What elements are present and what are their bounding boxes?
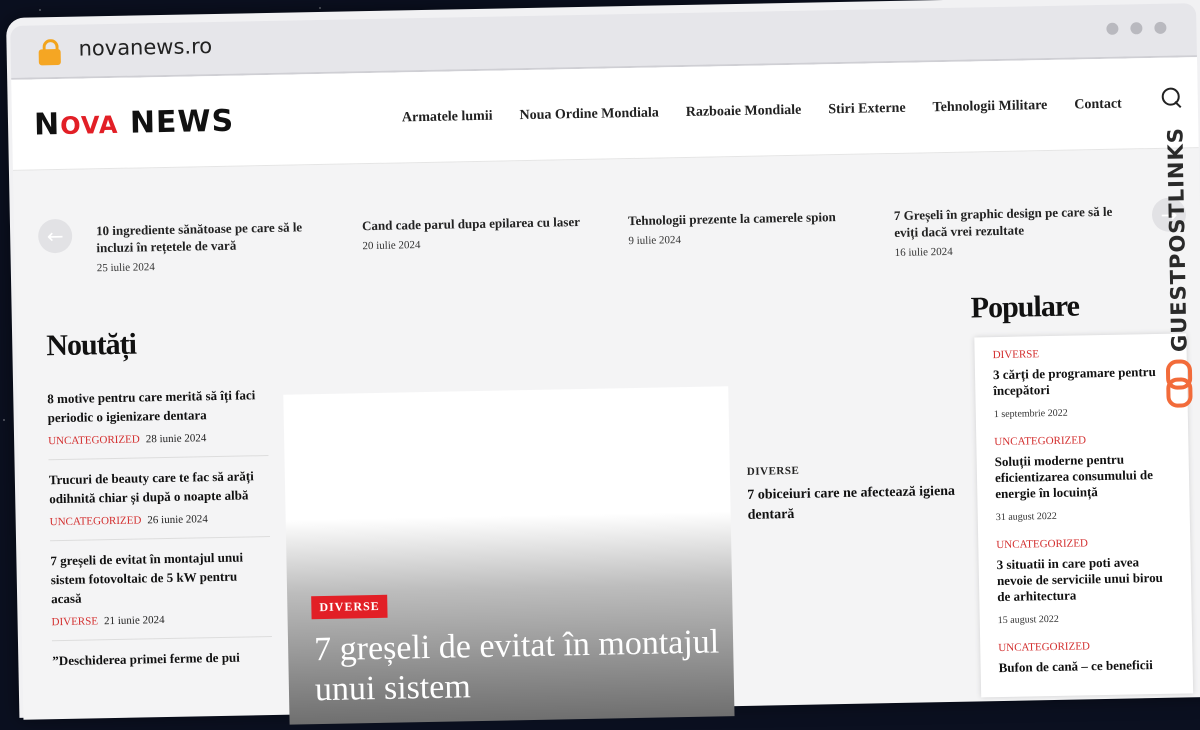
logo-accent: OVA [59, 110, 119, 140]
popular-category[interactable]: Uncategorized [996, 536, 1172, 551]
search-icon[interactable] [1161, 87, 1180, 106]
popular-date: 1 septembrie 2022 [993, 407, 1068, 421]
ticker-title: 10 ingrediente sănătoase pe care să le i… [95, 219, 303, 256]
popular-list: Diverse 3 cărți de programare pentru înc… [974, 333, 1194, 698]
popular-date: 15 august 2022 [997, 613, 1059, 627]
popular-section-title: Populare [970, 289, 1080, 325]
nav-stiri-externe[interactable]: Stiri Externe [828, 101, 906, 118]
secondary-article[interactable]: DIVERSE 7 obiceiuri care ne afectează ig… [747, 462, 958, 526]
news-category[interactable]: Diverse [51, 615, 98, 628]
secondary-title[interactable]: 7 obiceiuri care ne afectează igiena den… [747, 482, 958, 526]
logo-word: NEWS [129, 103, 235, 141]
popular-title[interactable]: 3 situatii in care poti avea nevoie de s… [997, 554, 1174, 605]
ticker-item[interactable]: 10 ingrediente sănătoase pe care să le i… [96, 218, 327, 274]
nav-razboaie-mondiale[interactable]: Razboaie Mondiale [686, 103, 802, 121]
news-title[interactable]: Trucuri de beauty care te fac să arăți o… [49, 466, 270, 508]
nav-armatele-lumii[interactable]: Armatele lumii [402, 109, 493, 127]
ticker-item[interactable]: Tehnologii prezente la camerele spion 9 … [628, 208, 859, 247]
window-dot-icon[interactable] [1106, 22, 1119, 35]
news-title[interactable]: ”Deschiderea primei ferme de pui [52, 647, 272, 670]
feature-title[interactable]: 7 greșeli de evitat în montajul unui sis… [314, 622, 735, 710]
web-page: NOVA NEWS Armatele lumii Noua Ordine Mon… [11, 57, 1200, 725]
window-dot-icon[interactable] [1130, 22, 1143, 35]
ticker-date: 20 iulie 2024 [362, 239, 421, 253]
list-item[interactable]: Uncategorized Soluții moderne pentru efi… [976, 420, 1190, 527]
list-item[interactable]: Trucuri de beauty care te fac să arăți o… [48, 456, 271, 542]
news-list: 8 motive pentru care merită să îți faci … [46, 375, 273, 682]
news-section-title: Noutăți [45, 327, 137, 363]
logo-letter: N [33, 106, 61, 143]
ticker-title: Tehnologii prezente la camerele spion [627, 209, 836, 229]
nav-contact[interactable]: Contact [1074, 97, 1122, 114]
window-controls [1106, 21, 1167, 35]
browser-window: novanews.ro NOVA NEWS Armatele lumii Nou… [6, 0, 1200, 725]
ticker-title: Cand cade parul dupa epilarea cu laser [361, 214, 581, 234]
list-item[interactable]: 7 greșeli de evitat în montajul unui sis… [50, 537, 272, 642]
news-date: 21 iunie 2024 [103, 614, 165, 628]
news-ticker: ← 10 ingrediente sănătoase pe care să le… [13, 167, 1200, 300]
list-item[interactable]: Uncategorized 3 situatii in care poti av… [978, 523, 1192, 630]
watermark-text: GUESTPOSTLINKS [1163, 126, 1192, 353]
popular-title[interactable]: Bufon de cană – ce beneficii [999, 657, 1175, 676]
chain-link-icon [1165, 359, 1193, 408]
popular-category[interactable]: Uncategorized [994, 433, 1170, 448]
news-category[interactable]: Uncategorized [48, 434, 140, 448]
list-item[interactable]: ”Deschiderea primei ferme de pui [52, 637, 273, 682]
feature-category-badge[interactable]: DIVERSE [311, 594, 388, 620]
ticker-title: 7 Greșeli în graphic design pe care să l… [893, 203, 1113, 240]
guestpostlinks-watermark: GUESTPOSTLINKS [1158, 117, 1198, 418]
nav-tehnologii-militare[interactable]: Tehnologii Militare [932, 98, 1047, 116]
popular-date: 31 august 2022 [995, 510, 1057, 524]
site-logo[interactable]: NOVA NEWS [34, 104, 235, 143]
news-date: 28 iunie 2024 [145, 432, 207, 446]
arrow-left-icon[interactable]: ← [37, 218, 73, 254]
nav-noua-ordine-mondiala[interactable]: Noua Ordine Mondiala [519, 105, 659, 124]
window-dot-icon[interactable] [1154, 21, 1167, 34]
secondary-category[interactable]: DIVERSE [747, 462, 957, 478]
lock-icon [38, 38, 61, 66]
ticker-item[interactable]: 7 Greșeli în graphic design pe care să l… [894, 203, 1125, 259]
ticker-date: 25 iulie 2024 [96, 261, 155, 275]
news-date: 26 iunie 2024 [147, 513, 208, 527]
popular-category[interactable]: Uncategorized [998, 639, 1174, 654]
list-item[interactable]: Uncategorized Bufon de cană – ce benefic… [980, 626, 1193, 680]
ticker-item[interactable]: Cand cade parul dupa epilarea cu laser 2… [362, 213, 593, 252]
ticker-date: 16 iulie 2024 [894, 245, 953, 259]
news-category[interactable]: Uncategorized [50, 514, 142, 528]
ticker-date: 9 iulie 2024 [628, 234, 682, 248]
news-title[interactable]: 7 greșeli de evitat în montajul unui sis… [50, 547, 271, 608]
featured-article[interactable]: DIVERSE 7 greșeli de evitat în montajul … [283, 386, 735, 725]
news-title[interactable]: 8 motive pentru care merită să îți faci … [47, 385, 268, 427]
list-item[interactable]: Diverse 3 cărți de programare pentru înc… [974, 333, 1188, 424]
popular-title[interactable]: Soluții moderne pentru eficientizarea co… [995, 451, 1172, 502]
main-nav: Armatele lumii Noua Ordine Mondiala Razb… [402, 97, 1122, 127]
url-text[interactable]: novanews.ro [78, 34, 212, 61]
popular-category[interactable]: Diverse [993, 346, 1169, 361]
list-item[interactable]: 8 motive pentru care merită să îți faci … [46, 375, 269, 461]
popular-title[interactable]: 3 cărți de programare pentru începători [993, 364, 1170, 399]
